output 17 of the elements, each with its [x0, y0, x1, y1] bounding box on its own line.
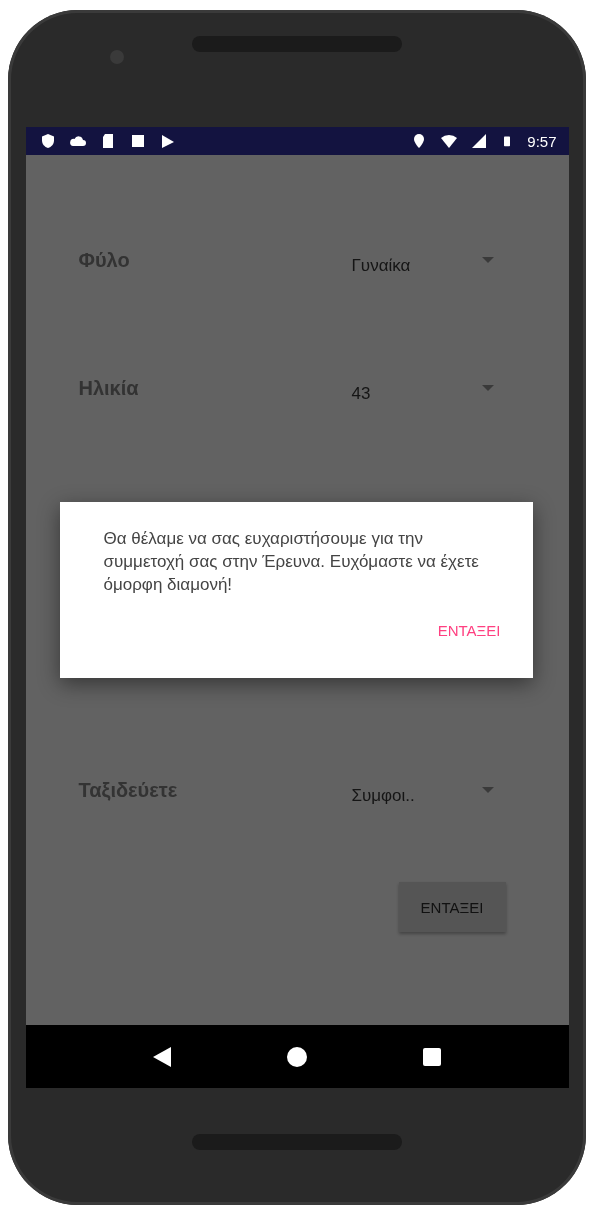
dialog-ok-button[interactable]: ENTAΞΕΙ: [437, 618, 501, 643]
dialog-message: Θα θέλαμε να σας ευχαριστήσουμε για την συμμετοχή σας στην Έρευνα. Ευχόμαστε να έχετε όμορφη διαμονή!: [103, 528, 480, 596]
back-icon[interactable]: [153, 1046, 172, 1067]
signal-icon: [471, 133, 488, 149]
status-time: 9:57: [527, 132, 557, 150]
dropdown[interactable]: Γυναίκα: [351, 240, 494, 280]
ok-button[interactable]: ENTAΞΕΙ: [398, 882, 506, 932]
caret-icon: [481, 385, 494, 391]
shield-icon: [39, 133, 56, 149]
dropdown[interactable]: Συμφοι..: [351, 770, 494, 810]
dropdown[interactable]: 43: [351, 368, 494, 408]
cloud-icon: [69, 133, 86, 149]
wifi-icon: [441, 133, 458, 149]
caret-icon: [481, 257, 494, 263]
recents-icon[interactable]: [422, 1047, 441, 1066]
caret-icon: [481, 787, 494, 793]
home-icon[interactable]: [287, 1046, 307, 1067]
